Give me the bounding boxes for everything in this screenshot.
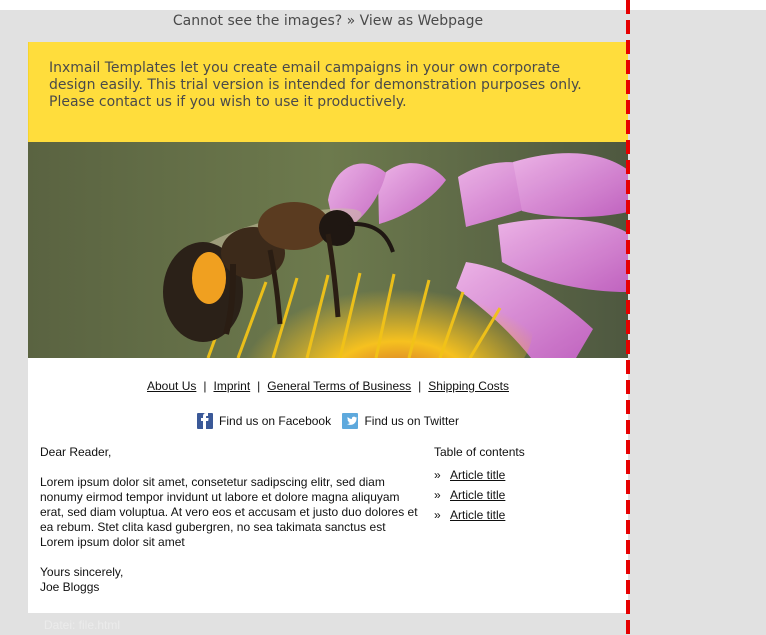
nav-link-shipping-costs[interactable]: Shipping Costs bbox=[428, 379, 509, 393]
demo-banner-text: Inxmail Templates let you create email c… bbox=[49, 60, 582, 110]
nav-link-about-us[interactable]: About Us bbox=[147, 379, 196, 393]
body-paragraph: Lorem ipsum dolor sit amet, consetetur s… bbox=[40, 475, 418, 549]
signature: Joe Bloggs bbox=[40, 580, 100, 594]
view-as-webpage-link[interactable]: Cannot see the images? » View as Webpage bbox=[173, 13, 483, 29]
toc-link[interactable]: Article title bbox=[450, 488, 505, 503]
salutation: Dear Reader, bbox=[40, 445, 112, 459]
twitter-icon bbox=[342, 413, 359, 429]
guide-line bbox=[626, 0, 630, 635]
email-body: Inxmail Templates let you create email c… bbox=[28, 42, 628, 635]
facebook-link[interactable]: Find us on Facebook bbox=[197, 413, 331, 429]
table-of-contents: Table of contents » Article title » Arti… bbox=[434, 445, 604, 525]
toc-link[interactable]: Article title bbox=[450, 508, 505, 523]
toc-item: » Article title bbox=[434, 485, 604, 505]
twitter-label: Find us on Twitter bbox=[364, 414, 459, 428]
facebook-label: Find us on Facebook bbox=[219, 414, 332, 428]
toc-arrow-icon: » bbox=[434, 487, 441, 502]
message-body: Dear Reader, Lorem ipsum dolor sit amet,… bbox=[40, 445, 422, 595]
footer-ghost-text: Datei: file.html bbox=[44, 618, 121, 632]
social-links: Find us on Facebook Find us on Twitter bbox=[28, 413, 628, 433]
toc-item: » Article title bbox=[434, 505, 604, 525]
nav-separator: | bbox=[203, 379, 207, 393]
nav-link-general-terms[interactable]: General Terms of Business bbox=[267, 379, 411, 393]
toc-link[interactable]: Article title bbox=[450, 468, 505, 483]
nav-separator: | bbox=[257, 379, 261, 393]
footer-nav: About Us | Imprint | General Terms of Busine… bbox=[28, 379, 628, 393]
hero-image bbox=[28, 142, 628, 358]
nav-link-imprint[interactable]: Imprint bbox=[213, 379, 250, 393]
facebook-icon bbox=[197, 413, 214, 429]
demo-banner: Inxmail Templates let you create email c… bbox=[28, 42, 628, 142]
toc-item: » Article title bbox=[434, 465, 604, 485]
closing-line: Yours sincerely, bbox=[40, 565, 124, 579]
page-top-margin bbox=[0, 0, 766, 10]
right-gutter bbox=[628, 10, 766, 635]
toc-arrow-icon: » bbox=[434, 507, 441, 522]
toc-arrow-icon: » bbox=[434, 467, 441, 482]
twitter-link[interactable]: Find us on Twitter bbox=[342, 413, 459, 429]
nav-separator: | bbox=[418, 379, 422, 393]
toc-title: Table of contents bbox=[434, 445, 525, 459]
preheader[interactable]: Cannot see the images? » View as Webpage bbox=[28, 11, 628, 31]
